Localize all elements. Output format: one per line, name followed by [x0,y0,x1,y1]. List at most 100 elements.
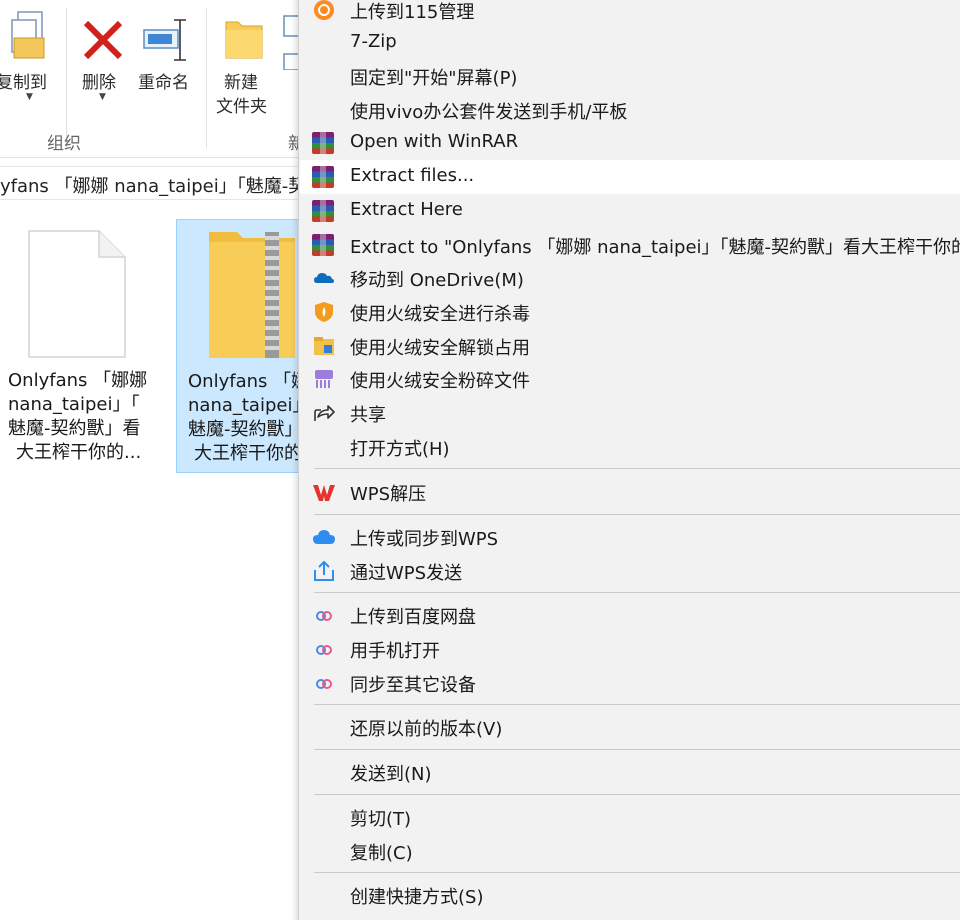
menu-item-open-on-phone[interactable]: 用手机打开 [300,632,960,666]
file-name-line: Onlyfans 「娜娜 [8,370,148,391]
share-icon [314,405,335,421]
organize-group-label: 组织 [47,134,81,154]
menu-item-onedrive[interactable]: 移动到 OneDrive(M) [300,261,960,295]
menu-item-cut[interactable]: 剪切(T) [300,800,960,834]
file-name-line: 大王榨干你的 [194,443,302,464]
delete-button[interactable]: 删除 ▼ [76,0,128,110]
menu-item-label: 同步至其它设备 [350,675,476,696]
menu-separator [314,514,960,515]
zip-folder-icon [209,232,295,358]
menu-item-huorong-shred[interactable]: 使用火绒安全粉碎文件 [300,362,960,396]
file-name-line: 大王榨干你的... [16,442,142,463]
file-item[interactable]: Onlyfans 「娜娜 nana_taipei」「 魅魔-契約獸」看 大王榨干… [0,219,160,479]
new-folder-button[interactable]: 新建 文件夹 [212,0,278,120]
baidu-icon [316,611,332,621]
menu-item-label: 使用火绒安全粉碎文件 [350,371,530,392]
new-folder-label-line2: 文件夹 [216,97,267,117]
wps-send-icon [314,560,334,581]
menu-item-create-shortcut[interactable]: 创建快捷方式(S) [300,878,960,912]
menu-item-label: 使用火绒安全进行杀毒 [350,304,530,325]
menu-item-share[interactable]: 共享 [300,396,960,430]
menu-item-7zip[interactable]: 7-Zip [300,26,960,60]
huorong-shield-icon [315,302,333,322]
rename-icon [143,19,186,61]
huorong-unlock-icon [314,337,334,355]
file-name-line: nana_taipei」 [188,395,306,416]
menu-item-vivo-send[interactable]: 使用vivo办公套件发送到手机/平板 [300,93,960,127]
115-icon [314,0,334,20]
wps-cloud-icon [313,530,335,544]
rename-label: 重命名 [138,73,189,93]
menu-item-send-to[interactable]: 发送到(N) [300,755,960,789]
winrar-icon [312,234,336,256]
menu-item-label: 创建快捷方式(S) [350,887,484,908]
baidu-icon [316,645,332,655]
new-folder-label-line1: 新建 [224,73,258,93]
menu-item-label: WPS解压 [350,484,427,505]
onedrive-icon [314,273,334,283]
menu-item-label: 共享 [350,405,386,426]
menu-separator [314,592,960,593]
menu-item-label: 复制(C) [350,843,413,864]
menu-item-upload-115[interactable]: 上传到115管理 [300,0,960,27]
selected-file-item[interactable]: Onlyfans 「娜 nana_taipei」 魅魔-契約獸」 大王榨干你的 [176,219,306,473]
menu-item-huorong-scan[interactable]: 使用火绒安全进行杀毒 [300,295,960,329]
menu-item-label: 上传到百度网盘 [350,607,476,628]
chevron-down-icon: ▼ [26,92,33,102]
copy-to-label: 复制到 [0,73,47,93]
winrar-icon [312,166,336,188]
menu-separator [314,872,960,873]
menu-separator [314,704,960,705]
menu-item-label: 上传到115管理 [350,2,475,23]
address-bar[interactable]: yfans 「娜娜 nana_taipei」「魅魔-契 [0,166,300,200]
menu-item-label: 用手机打开 [350,641,440,662]
wps-icon [313,485,335,501]
file-name-line: Onlyfans 「娜 [188,371,306,392]
menu-item-baidu-upload[interactable]: 上传到百度网盘 [300,598,960,632]
menu-item-pin-start[interactable]: 固定到"开始"屏幕(P) [300,59,960,93]
menu-item-open-with[interactable]: 打开方式(H) [300,430,960,464]
menu-item-label: Extract Here [350,199,463,220]
ribbon: 复制到 ▼ 删除 ▼ 重命名 新建 文件夹 新 组织 [0,0,305,158]
menu-item-label: Extract to "Onlyfans 「娜娜 nana_taipei」「魅魔… [350,237,960,258]
menu-separator [314,749,960,750]
file-name-line: 魅魔-契約獸」看 [8,418,141,439]
menu-item-label: 移动到 OneDrive(M) [350,270,524,291]
chevron-down-icon: ▼ [99,92,106,102]
menu-item-label: 还原以前的版本(V) [350,719,503,740]
menu-item-label: 固定到"开始"屏幕(P) [350,68,518,89]
menu-item-wps-sync[interactable]: 上传或同步到WPS [300,520,960,554]
ribbon-divider [206,8,207,148]
blank-file-icon [28,230,126,358]
new-folder-icon [225,21,263,59]
menu-item-extract-files[interactable]: Extract files... [300,160,960,194]
file-name-line: 魅魔-契約獸」 [188,419,303,440]
menu-item-huorong-unlock[interactable]: 使用火绒安全解锁占用 [300,329,960,363]
copy-to-button[interactable]: 复制到 ▼ [0,0,62,110]
file-name-line: nana_taipei」「 [8,394,140,415]
menu-item-label: Open with WinRAR [350,131,519,152]
huorong-shred-icon [315,370,333,388]
menu-separator [314,468,960,469]
rename-button[interactable]: 重命名 [134,0,194,110]
menu-item-extract-here[interactable]: Extract Here [300,194,960,228]
menu-item-open-winrar[interactable]: Open with WinRAR [300,126,960,160]
copy-to-icon [11,11,45,59]
winrar-icon [312,132,336,154]
menu-separator [314,794,960,795]
winrar-icon [312,200,336,222]
menu-item-copy[interactable]: 复制(C) [300,834,960,868]
ribbon-divider [66,8,67,148]
menu-item-label: 剪切(T) [350,809,412,830]
menu-item-label: 上传或同步到WPS [350,529,499,550]
baidu-icon [316,679,332,689]
delete-label: 删除 [82,73,116,93]
menu-item-wps-extract[interactable]: WPS解压 [300,475,960,509]
menu-item-label: 通过WPS发送 [350,563,463,584]
menu-item-sync-devices[interactable]: 同步至其它设备 [300,666,960,700]
menu-item-extract-to[interactable]: Extract to "Onlyfans 「娜娜 nana_taipei」「魅魔… [300,228,960,262]
menu-item-restore-versions[interactable]: 还原以前的版本(V) [300,710,960,744]
menu-item-label: 7-Zip [350,31,397,52]
menu-item-label: 使用vivo办公套件发送到手机/平板 [350,102,628,123]
menu-item-wps-send[interactable]: 通过WPS发送 [300,554,960,588]
